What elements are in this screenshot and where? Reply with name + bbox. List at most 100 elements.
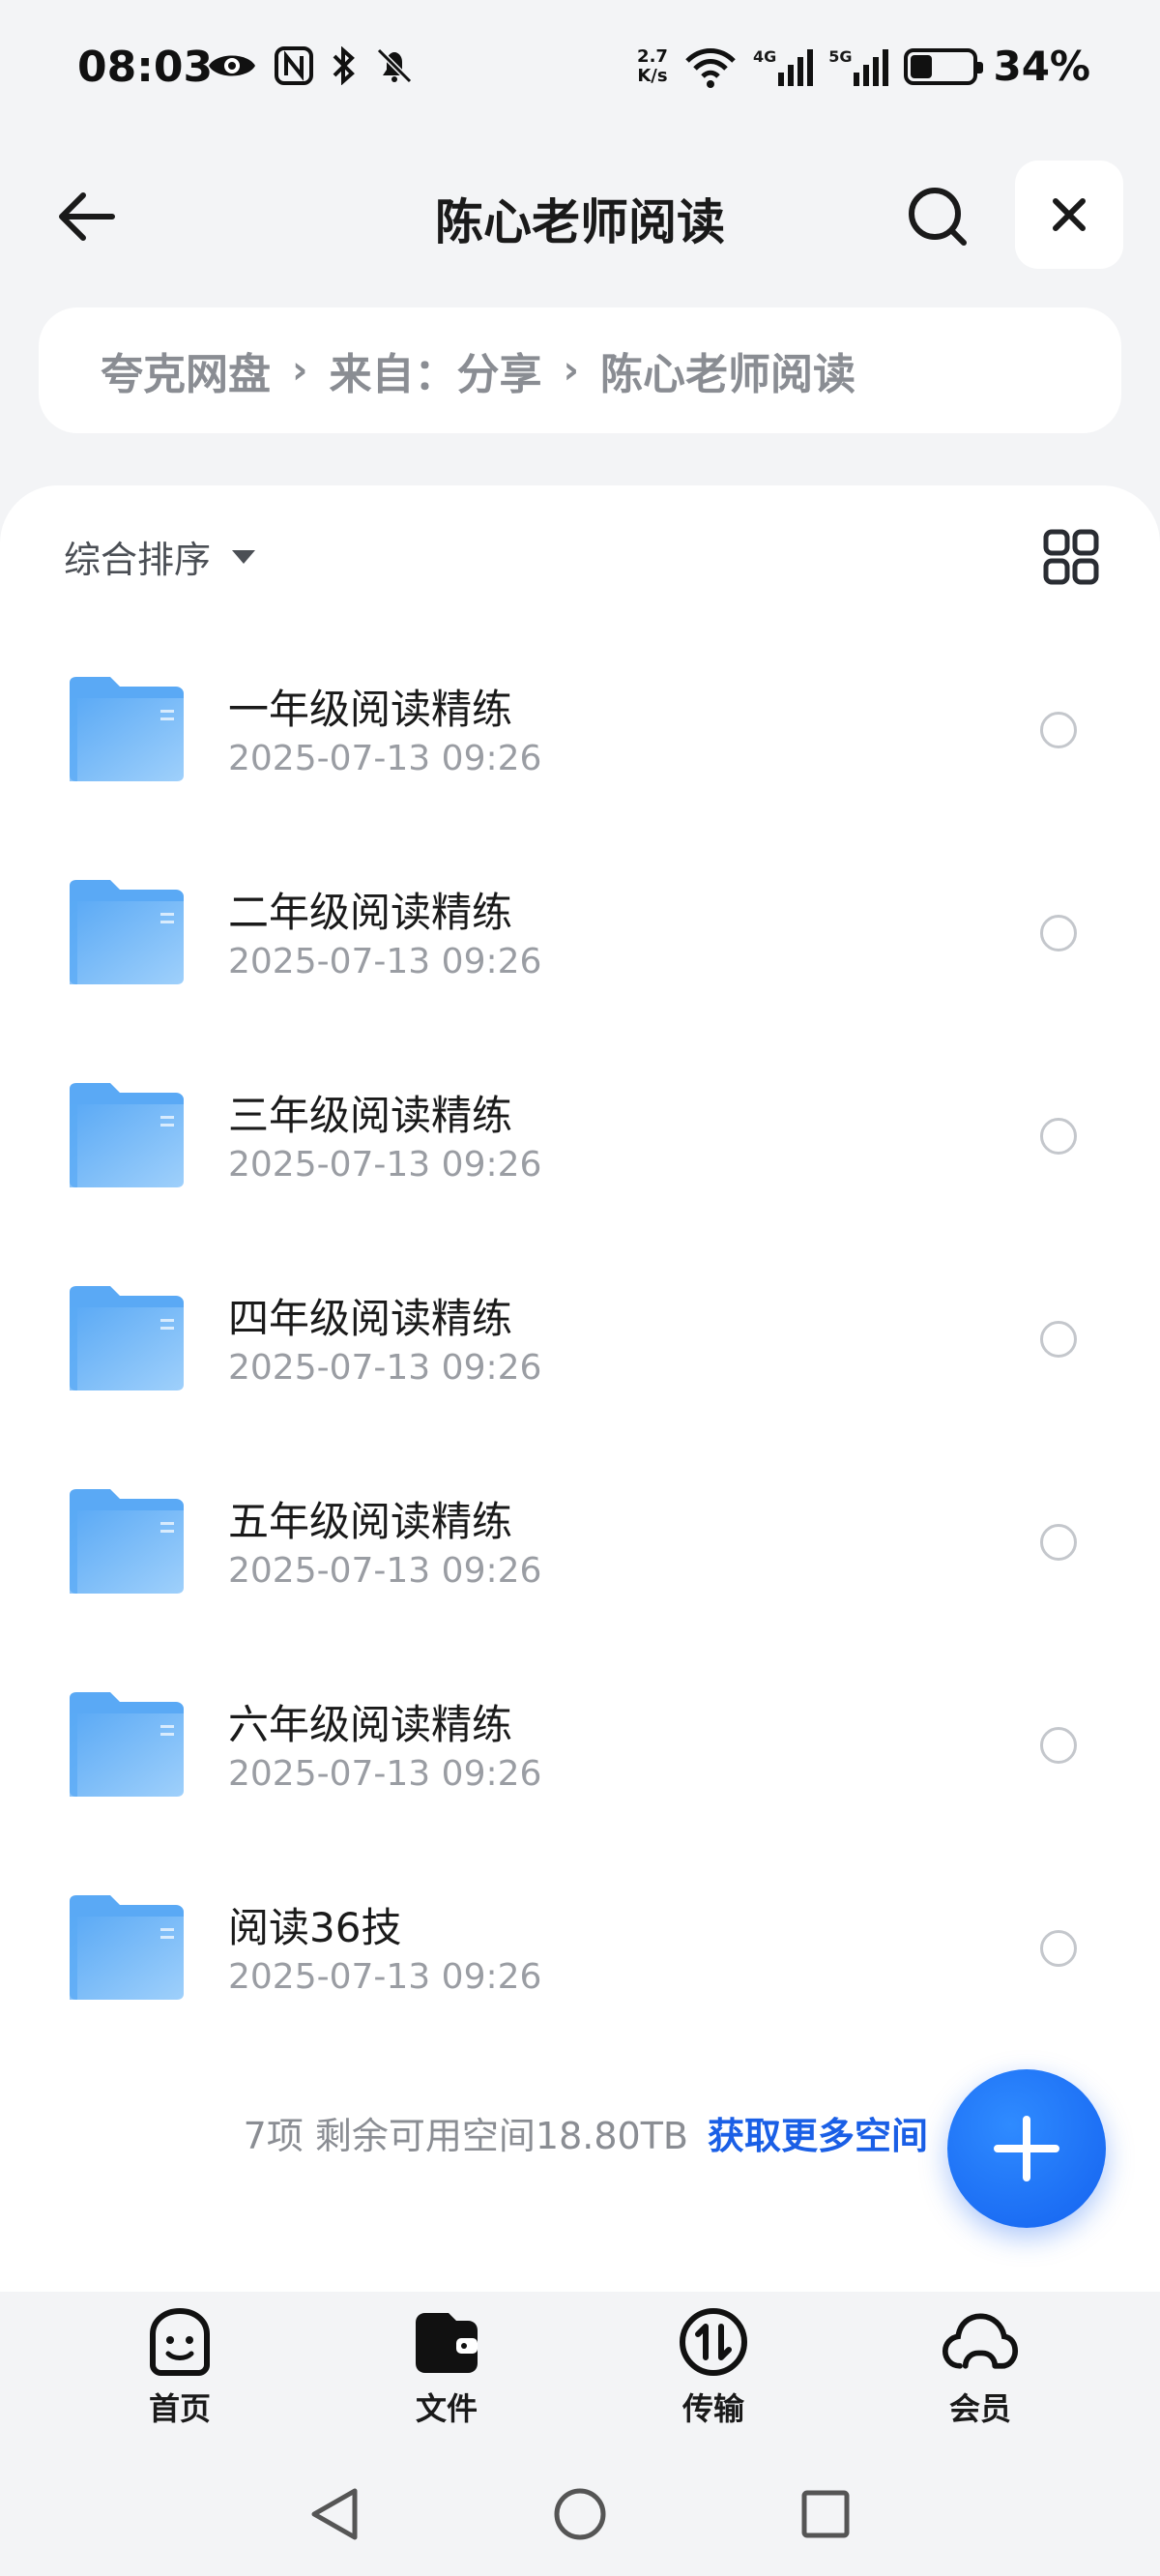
folder-icon xyxy=(68,1893,186,2002)
folder-icon xyxy=(68,1487,186,1595)
signal-4g-label: 4G xyxy=(752,46,777,66)
page-title: 陈心老师阅读 xyxy=(435,194,725,250)
eye-icon xyxy=(209,55,255,76)
nfc-icon xyxy=(275,46,313,85)
breadcrumb-separator: › xyxy=(292,348,308,393)
file-name: 一年级阅读精练 xyxy=(228,686,513,733)
storage-summary-text: 7项 剩余可用空间18.80TB xyxy=(243,2115,688,2157)
breadcrumb-separator: › xyxy=(563,348,579,393)
smile-home-icon xyxy=(141,2303,218,2381)
caret-down-icon xyxy=(232,549,256,564)
storage-summary: 7项 剩余可用空间18.80TB 获取更多空间 xyxy=(0,2106,928,2159)
sort-label: 综合排序 xyxy=(64,539,212,581)
add-button[interactable] xyxy=(947,2069,1106,2228)
file-name: 三年级阅读精练 xyxy=(228,1092,513,1139)
signal-5g: 5G xyxy=(828,46,889,86)
file-date: 2025-07-13 09:26 xyxy=(228,1957,542,1997)
file-name: 二年级阅读精练 xyxy=(228,889,513,936)
file-row[interactable]: 四年级阅读精练 2025-07-13 09:26 xyxy=(0,1240,1160,1443)
close-button[interactable] xyxy=(1015,161,1123,269)
battery-icon xyxy=(904,47,984,85)
file-name: 阅读36技 xyxy=(228,1904,402,1951)
file-name: 六年级阅读精练 xyxy=(228,1701,513,1748)
file-date: 2025-07-13 09:26 xyxy=(228,1348,542,1388)
triangle-back-icon xyxy=(311,2488,358,2540)
net-speed-value: 2.7 xyxy=(637,45,668,67)
breadcrumb: 夸克网盘 › 来自：分享 › 陈心老师阅读 xyxy=(39,307,1121,433)
bottom-nav: 首页 文件 传输 会员 xyxy=(0,2292,1160,2446)
close-icon xyxy=(1053,198,1086,231)
wallet-folder-icon xyxy=(408,2303,485,2381)
net-speed-unit: K/s xyxy=(637,65,668,86)
file-date: 2025-07-13 09:26 xyxy=(228,942,542,981)
cloud-icon xyxy=(942,2303,1019,2381)
grid-view-button[interactable] xyxy=(1040,526,1102,588)
file-row[interactable]: 三年级阅读精练 2025-07-13 09:26 xyxy=(0,1037,1160,1240)
battery-fill xyxy=(911,54,933,78)
mute-bell-icon xyxy=(376,47,413,84)
system-home-button[interactable] xyxy=(551,2485,609,2543)
folder-icon xyxy=(68,1284,186,1392)
select-radio[interactable] xyxy=(1040,1524,1077,1561)
signal-4g: 4G xyxy=(752,46,814,86)
signal-5g-label: 5G xyxy=(828,46,853,66)
wifi-icon xyxy=(685,47,736,88)
select-radio[interactable] xyxy=(1040,915,1077,951)
file-row[interactable]: 五年级阅读精练 2025-07-13 09:26 xyxy=(0,1443,1160,1646)
select-radio[interactable] xyxy=(1040,1118,1077,1155)
breadcrumb-item-root[interactable]: 夸克网盘 xyxy=(101,339,271,401)
status-right-icons: 2.7 K/s 4G 5G 34% xyxy=(637,43,1090,90)
file-list: 一年级阅读精练 2025-07-13 09:26 二年级阅读精练 2025-07… xyxy=(0,630,1160,2052)
system-nav-bar xyxy=(0,2466,1160,2562)
nav-item-files[interactable]: 文件 xyxy=(313,2292,580,2446)
search-button[interactable] xyxy=(899,178,976,255)
sort-dropdown[interactable]: 综合排序 xyxy=(64,530,256,583)
status-left-icons xyxy=(207,46,414,85)
battery-percent: 34% xyxy=(993,43,1090,90)
get-more-space-link[interactable]: 获取更多空间 xyxy=(708,2115,928,2157)
plus-icon xyxy=(994,2116,1059,2181)
nav-label-home: 首页 xyxy=(148,2390,211,2427)
net-speed: 2.7 K/s xyxy=(637,45,668,86)
select-radio[interactable] xyxy=(1040,712,1077,748)
square-recents-icon xyxy=(801,2490,850,2538)
folder-icon xyxy=(68,1690,186,1799)
signal-bars-icon xyxy=(778,48,814,86)
file-name: 五年级阅读精练 xyxy=(228,1498,513,1545)
select-radio[interactable] xyxy=(1040,1930,1077,1967)
grid-view-icon xyxy=(1043,529,1099,585)
file-date: 2025-07-13 09:26 xyxy=(228,1754,542,1794)
search-icon xyxy=(909,188,967,246)
system-recents-button[interactable] xyxy=(797,2485,855,2543)
file-date: 2025-07-13 09:26 xyxy=(228,739,542,778)
nav-item-transfer[interactable]: 传输 xyxy=(580,2292,847,2446)
folder-icon xyxy=(68,878,186,986)
nav-item-home[interactable]: 首页 xyxy=(46,2292,313,2446)
folder-icon xyxy=(68,675,186,783)
header: 陈心老师阅读 xyxy=(0,155,1160,271)
status-time: 08:03 xyxy=(77,43,214,92)
status-bar: 08:03 2.7 K/s 4G 5G 34% xyxy=(0,0,1160,145)
nav-label-vip: 会员 xyxy=(948,2390,1011,2427)
circle-home-icon xyxy=(554,2488,606,2540)
breadcrumb-item-current: 陈心老师阅读 xyxy=(599,350,856,399)
file-row[interactable]: 二年级阅读精练 2025-07-13 09:26 xyxy=(0,834,1160,1037)
nav-item-vip[interactable]: 会员 xyxy=(847,2292,1114,2446)
select-radio[interactable] xyxy=(1040,1727,1077,1764)
system-back-button[interactable] xyxy=(305,2485,363,2543)
file-row[interactable]: 一年级阅读精练 2025-07-13 09:26 xyxy=(0,630,1160,834)
folder-icon xyxy=(68,1081,186,1189)
file-panel: 综合排序 一年级阅读精练 2025-07-13 09:26 二年级阅读精练 20… xyxy=(0,485,1160,2323)
transfer-icon xyxy=(675,2303,752,2381)
select-radio[interactable] xyxy=(1040,1321,1077,1358)
file-name: 四年级阅读精练 xyxy=(228,1295,513,1342)
file-date: 2025-07-13 09:26 xyxy=(228,1145,542,1185)
file-row[interactable]: 阅读36技 2025-07-13 09:26 xyxy=(0,1849,1160,2052)
nav-label-files: 文件 xyxy=(415,2390,478,2427)
breadcrumb-item-share[interactable]: 来自：分享 xyxy=(329,339,541,401)
file-date: 2025-07-13 09:26 xyxy=(228,1551,542,1591)
signal-bars-icon xyxy=(854,48,889,86)
file-row[interactable]: 六年级阅读精练 2025-07-13 09:26 xyxy=(0,1646,1160,1849)
bluetooth-icon xyxy=(333,46,355,85)
nav-label-transfer: 传输 xyxy=(682,2390,744,2427)
